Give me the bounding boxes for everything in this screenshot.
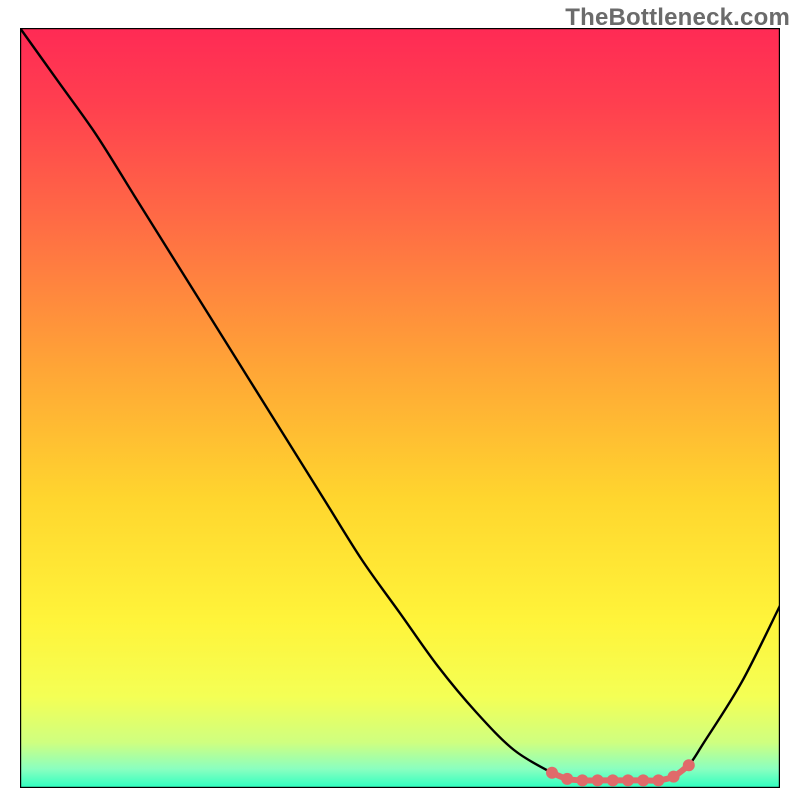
plot-background xyxy=(20,28,780,788)
marker-dot xyxy=(576,774,588,786)
marker-dot xyxy=(622,774,634,786)
marker-dot xyxy=(683,759,695,771)
marker-dot xyxy=(607,774,619,786)
marker-dot xyxy=(652,774,664,786)
chart-stage: TheBottleneck.com xyxy=(0,0,800,800)
marker-dot xyxy=(637,774,649,786)
bottleneck-chart xyxy=(20,28,780,788)
marker-dot xyxy=(546,767,558,779)
watermark-text: TheBottleneck.com xyxy=(565,4,790,32)
marker-dot xyxy=(668,771,680,783)
marker-dot xyxy=(561,773,573,785)
marker-dot xyxy=(592,774,604,786)
